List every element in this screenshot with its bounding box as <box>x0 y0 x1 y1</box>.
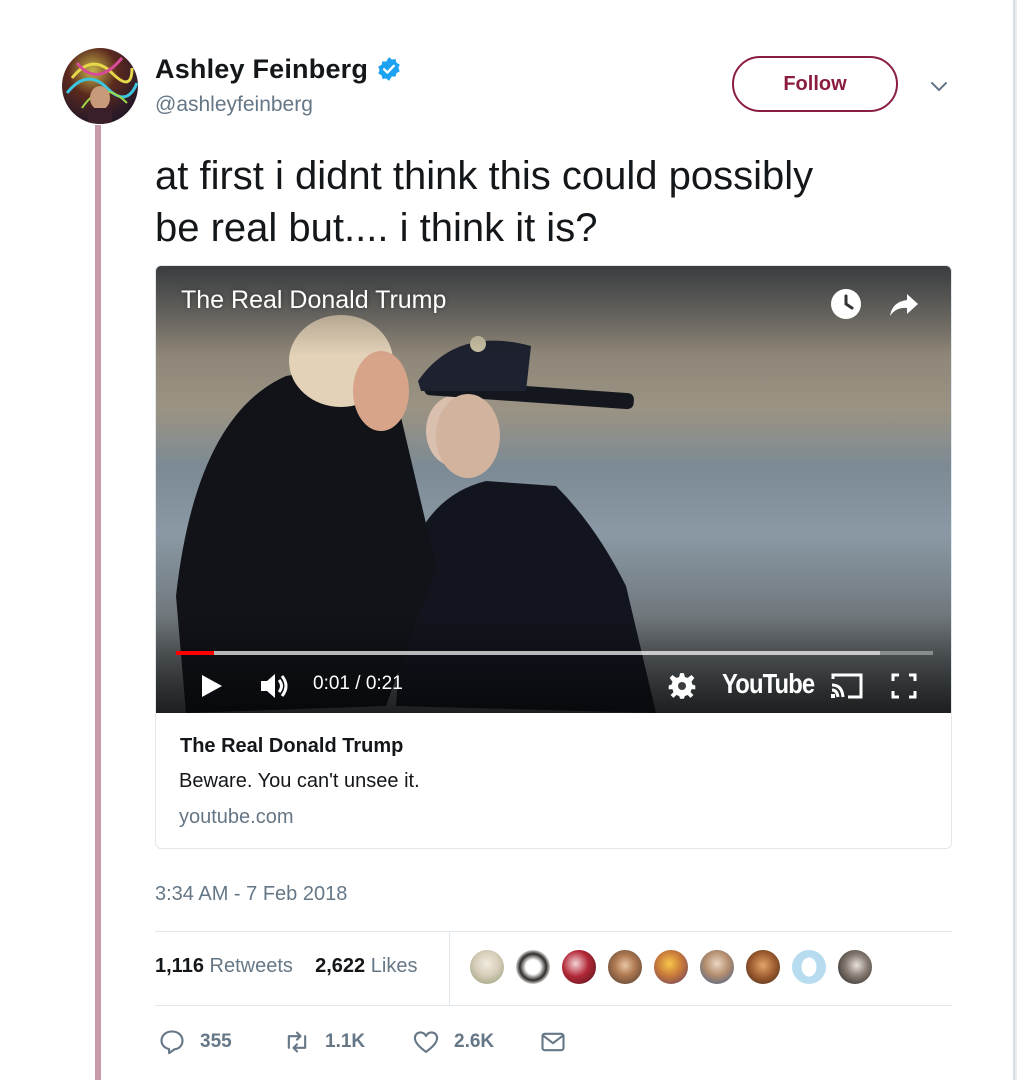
progress-loaded <box>176 651 880 655</box>
play-icon[interactable] <box>196 669 226 703</box>
likes-count: 2,622 <box>315 955 366 977</box>
settings-icon[interactable] <box>666 669 698 703</box>
liker-avatar[interactable] <box>698 948 736 986</box>
follow-button[interactable]: Follow <box>732 56 898 112</box>
divider-top <box>155 931 952 932</box>
reply-count: 355 <box>200 1031 232 1052</box>
tweet-card: Ashley Feinberg @ashleyfeinberg Follow a… <box>0 0 1015 1080</box>
fullscreen-icon[interactable] <box>889 669 919 703</box>
liker-avatar[interactable] <box>468 948 506 986</box>
heart-icon <box>413 1031 439 1053</box>
video-title[interactable]: The Real Donald Trump <box>181 286 446 315</box>
verified-badge-icon <box>378 57 400 81</box>
chevron-down-icon[interactable] <box>927 74 951 98</box>
reply-action[interactable]: 355 <box>158 1028 232 1056</box>
video-progress-bar[interactable] <box>176 651 933 655</box>
tweet-text: at first i didnt think this could possib… <box>155 150 955 254</box>
like-action[interactable]: 2.6K <box>412 1028 494 1056</box>
avatar[interactable] <box>62 48 138 124</box>
time-readout: 0:01 / 0:21 <box>313 673 403 694</box>
liker-avatar[interactable] <box>836 948 874 986</box>
share-icon[interactable] <box>886 286 922 322</box>
tweet-stats: 1,116 Retweets 2,622 Likes <box>155 955 417 978</box>
envelope-icon <box>541 1032 565 1052</box>
link-card-description: Beware. You can't unsee it. <box>179 770 420 792</box>
tweet-text-line-1: at first i didnt think this could possib… <box>155 154 814 198</box>
retweets-label: Retweets <box>209 955 293 977</box>
clock-icon[interactable] <box>828 286 864 322</box>
cast-icon[interactable] <box>828 669 866 703</box>
tweet-timestamp[interactable]: 3:34 AM - 7 Feb 2018 <box>155 883 347 906</box>
media-card[interactable]: The Real Donald Trump 0:01 / 0:21 YouTub… <box>155 265 952 849</box>
thread-line <box>95 125 101 1080</box>
link-card-info[interactable]: The Real Donald Trump Beware. You can't … <box>156 713 951 848</box>
liker-avatar[interactable] <box>744 948 782 986</box>
retweets-stat[interactable]: 1,116 Retweets <box>155 955 293 977</box>
link-card-title: The Real Donald Trump <box>180 735 404 757</box>
youtube-logo[interactable]: YouTube <box>722 668 815 700</box>
user-handle[interactable]: @ashleyfeinberg <box>155 93 313 117</box>
likes-stat[interactable]: 2,622 Likes <box>315 955 417 977</box>
retweet-count: 1.1K <box>325 1031 366 1052</box>
progress-played <box>176 651 214 655</box>
link-card-domain: youtube.com <box>179 806 294 828</box>
volume-icon[interactable] <box>256 669 292 703</box>
likes-label: Likes <box>370 955 418 977</box>
retweets-count: 1,116 <box>155 955 204 977</box>
liker-avatar[interactable] <box>514 948 552 986</box>
stats-divider <box>449 931 450 1005</box>
divider-bottom <box>155 1005 952 1006</box>
tweet-text-line-2: be real but.... i think it is? <box>155 206 598 250</box>
retweet-icon <box>287 1031 307 1053</box>
message-action[interactable] <box>539 1028 567 1056</box>
video-frame <box>156 266 951 713</box>
avatar-image <box>65 57 138 124</box>
liker-avatar[interactable] <box>790 948 828 986</box>
display-name[interactable]: Ashley Feinberg <box>155 54 368 85</box>
liker-avatar[interactable] <box>560 948 598 986</box>
liker-avatar[interactable] <box>606 948 644 986</box>
liker-avatar[interactable] <box>652 948 690 986</box>
like-count: 2.6K <box>454 1031 495 1052</box>
retweet-action[interactable]: 1.1K <box>283 1028 365 1056</box>
video-player[interactable]: The Real Donald Trump 0:01 / 0:21 YouTub… <box>156 266 951 713</box>
reply-icon <box>160 1030 184 1055</box>
